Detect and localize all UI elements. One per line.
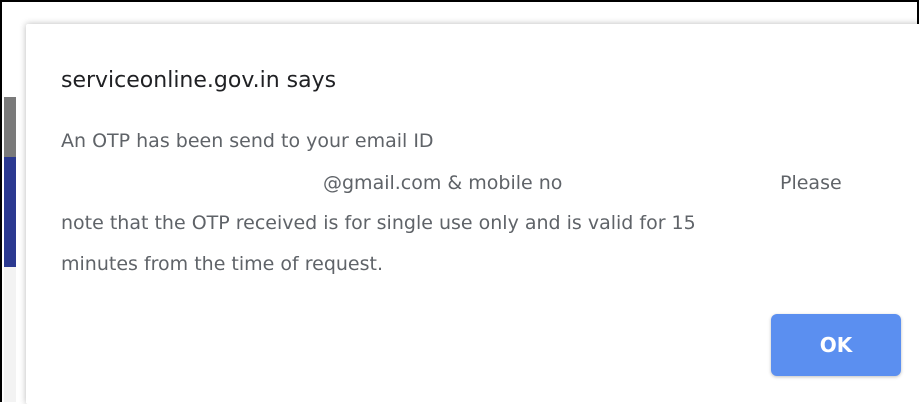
dialog-message-line-3: note that the OTP received is for single… bbox=[61, 212, 696, 234]
dialog-message-line-2-tail: Please bbox=[780, 172, 842, 194]
dialog-message-line-4: minutes from the time of request. bbox=[61, 253, 384, 275]
dialog-message-email-mobile: @gmail.com & mobile no bbox=[323, 172, 563, 194]
dialog-message-line-1: An OTP has been send to your email ID bbox=[61, 130, 434, 152]
background-page-banner bbox=[4, 157, 16, 267]
ok-button[interactable]: OK bbox=[771, 314, 901, 376]
background-page-body bbox=[4, 267, 16, 402]
background-page-strip bbox=[4, 97, 16, 157]
dialog-title: serviceonline.gov.in says bbox=[61, 68, 337, 93]
alert-dialog: serviceonline.gov.in says An OTP has bee… bbox=[26, 24, 919, 404]
browser-frame: serviceonline.gov.in says An OTP has bee… bbox=[0, 0, 919, 404]
